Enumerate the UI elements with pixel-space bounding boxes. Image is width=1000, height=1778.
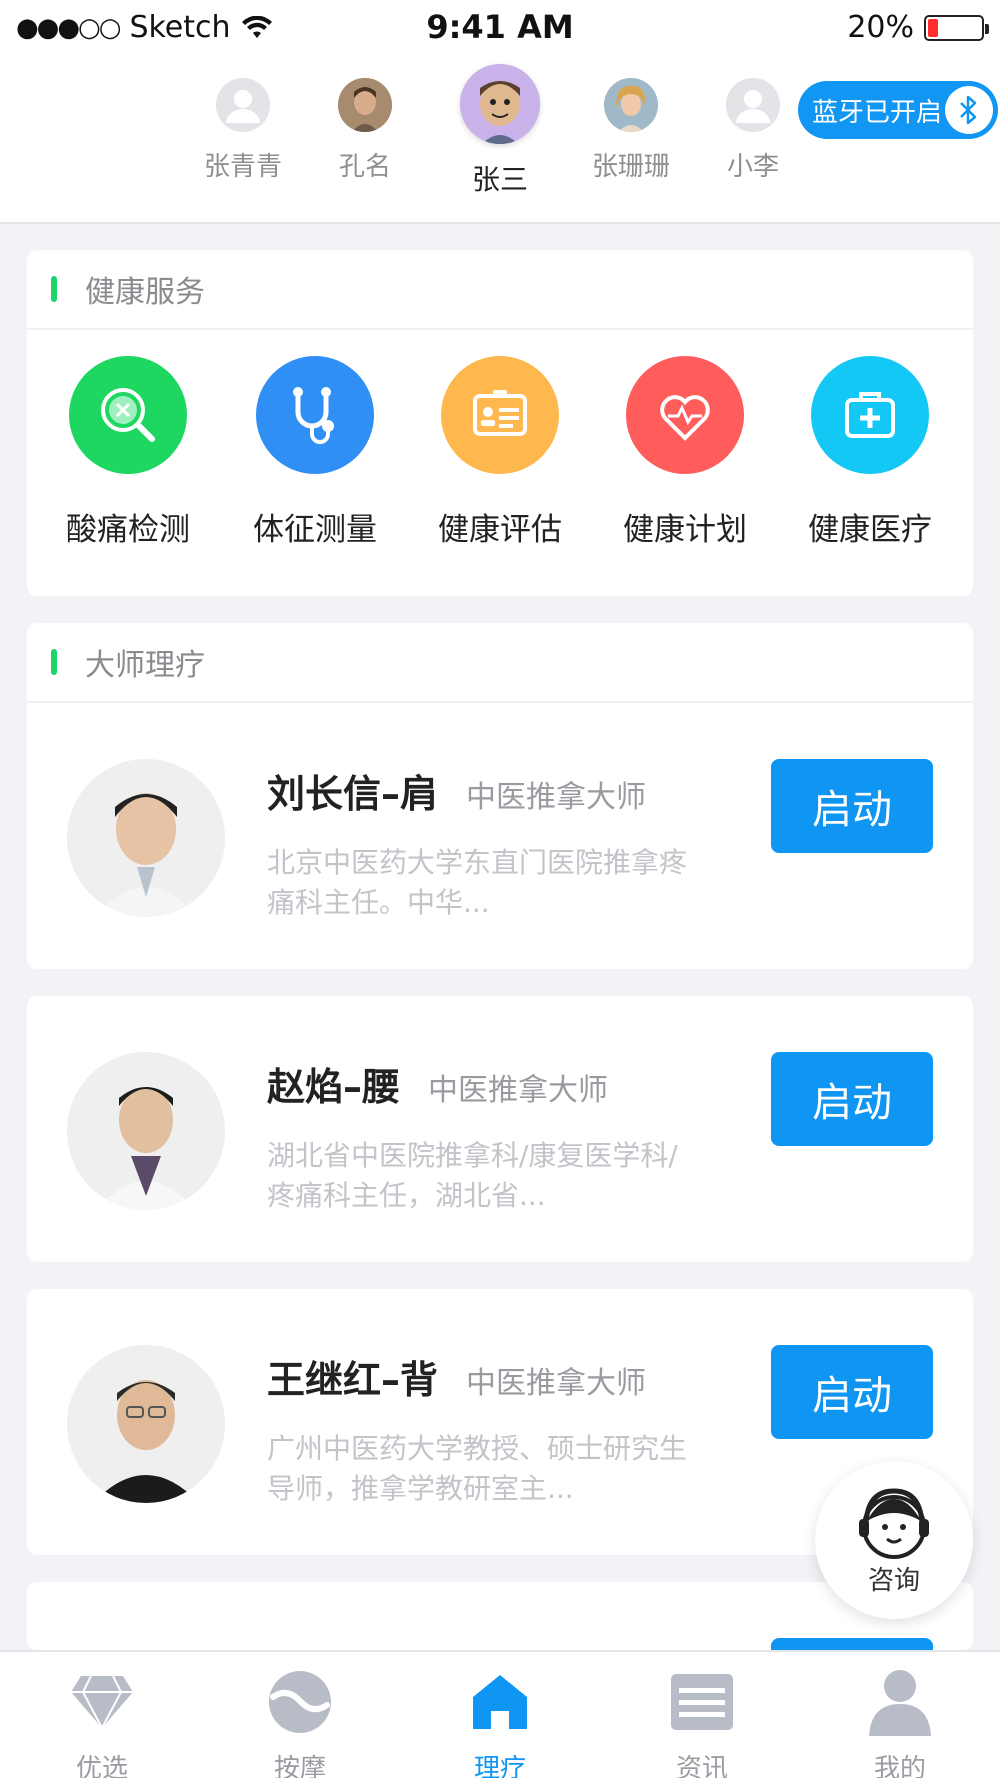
bottom-tab-bar: 优选 按摩 理疗 资讯 我的 <box>0 1650 1000 1778</box>
massage-icon <box>240 1664 360 1740</box>
user-item[interactable]: 张青青 <box>178 78 308 183</box>
doctor-name: 王继红–背 <box>267 1358 439 1402</box>
user-name: 张三 <box>471 163 528 196</box>
customer-service-icon <box>859 1488 929 1559</box>
doctor-title: 中医推拿大师 <box>428 1073 609 1108</box>
doctor-avatar <box>67 759 225 917</box>
user-name: 张青青 <box>203 152 282 182</box>
consult-button[interactable]: 咨询 <box>815 1461 973 1619</box>
tab-label: 理疗 <box>473 1754 526 1778</box>
bluetooth-status-button[interactable]: 蓝牙已开启 <box>798 81 998 139</box>
tab-label: 资讯 <box>675 1754 728 1778</box>
battery-level <box>928 18 938 37</box>
start-button-partial <box>771 1638 933 1650</box>
profile-icon <box>840 1664 960 1740</box>
section-accent-bar <box>51 649 57 675</box>
tab-label: 我的 <box>873 1754 926 1778</box>
service-label: 健康计划 <box>623 512 747 548</box>
stethoscope-icon <box>256 356 374 474</box>
user-item-active[interactable]: 张三 <box>435 64 565 198</box>
doctor-name-row: 王继红–背 中医推拿大师 <box>267 1349 646 1404</box>
user-item[interactable]: 小李 <box>688 78 818 183</box>
doctor-avatar <box>67 1052 225 1210</box>
section-accent-bar <box>51 276 57 302</box>
service-label: 酸痛检测 <box>66 512 190 548</box>
tab-label: 按摩 <box>273 1754 326 1778</box>
service-item[interactable]: 体征测量 <box>230 356 400 549</box>
tab-label: 优选 <box>75 1754 128 1778</box>
service-item[interactable]: 酸痛检测 <box>43 356 213 549</box>
battery-percent: 20% <box>847 10 914 45</box>
consult-label: 咨询 <box>867 1566 920 1596</box>
magnifier-icon <box>69 356 187 474</box>
doctor-description: 湖北省中医院推拿科/康复医学科/疼痛科主任，湖北省... <box>267 1139 678 1212</box>
user-name: 张珊珊 <box>591 152 670 182</box>
news-icon <box>642 1664 762 1740</box>
service-label: 健康医疗 <box>808 512 932 548</box>
tab-youxuan[interactable]: 优选 <box>42 1664 162 1778</box>
id-card-icon <box>441 356 559 474</box>
doctor-card[interactable]: 赵焰–腰 中医推拿大师 湖北省中医院推拿科/康复医学科/疼痛科主任，湖北省... … <box>27 996 973 1262</box>
user-photo-avatar <box>604 78 658 132</box>
doctor-card[interactable]: 刘长信–肩 中医推拿大师 北京中医药大学东直门医院推拿疼痛科主任。中华... 启动 <box>27 703 973 969</box>
tab-liliao[interactable]: 理疗 <box>440 1664 560 1778</box>
service-label: 健康评估 <box>438 512 562 548</box>
health-services-card: 健康服务 酸痛检测 体征测量 健康评估 健康计划 健康医疗 <box>27 250 973 596</box>
doctor-description: 北京中医药大学东直门医院推拿疼痛科主任。中华... <box>267 846 688 919</box>
section-header: 健康服务 <box>27 250 973 330</box>
doctor-name: 刘长信–肩 <box>267 772 439 816</box>
doctor-name-row: 赵焰–腰 中医推拿大师 <box>267 1056 608 1111</box>
user-item[interactable]: 孔名 <box>300 78 430 183</box>
bluetooth-icon <box>945 86 993 134</box>
user-photo-avatar <box>338 78 392 132</box>
medical-kit-icon <box>811 356 929 474</box>
tab-zixun[interactable]: 资讯 <box>642 1664 762 1778</box>
status-bar: ●●●○○ Sketch 9:41 AM 20% <box>0 0 1000 56</box>
tab-wode[interactable]: 我的 <box>840 1664 960 1778</box>
section-header: 大师理疗 <box>27 623 973 703</box>
master-therapy-header: 大师理疗 <box>27 623 973 703</box>
user-item[interactable]: 张珊珊 <box>566 78 696 183</box>
section-title: 健康服务 <box>85 275 205 310</box>
service-item[interactable]: 健康评估 <box>415 356 585 549</box>
doctor-avatar <box>67 1345 225 1503</box>
service-item[interactable]: 健康计划 <box>600 356 770 549</box>
doctor-title: 中医推拿大师 <box>466 780 647 815</box>
battery-info: 20% <box>847 10 989 45</box>
default-avatar-icon <box>726 78 780 132</box>
battery-icon <box>924 14 989 41</box>
start-button[interactable]: 启动 <box>771 1345 933 1439</box>
diamond-icon <box>42 1664 162 1740</box>
default-avatar-icon <box>216 78 270 132</box>
doctor-name-row: 刘长信–肩 中医推拿大师 <box>267 763 646 818</box>
service-label: 体征测量 <box>253 512 377 548</box>
doctor-title: 中医推拿大师 <box>466 1366 647 1401</box>
service-item[interactable]: 健康医疗 <box>785 356 955 549</box>
home-icon <box>440 1664 560 1740</box>
user-name: 小李 <box>726 152 779 182</box>
bluetooth-label: 蓝牙已开启 <box>812 97 943 128</box>
heart-pulse-icon <box>626 356 744 474</box>
user-switcher: 张青青 孔名 张三 张珊珊 小李 蓝牙已开启 <box>0 56 1000 224</box>
start-button[interactable]: 启动 <box>771 759 933 853</box>
doctor-description: 广州中医药大学教授、硕士研究生导师，推拿学教研室主... <box>267 1432 688 1505</box>
start-button[interactable]: 启动 <box>771 1052 933 1146</box>
doctor-name: 赵焰–腰 <box>267 1065 401 1109</box>
section-title: 大师理疗 <box>85 648 205 683</box>
user-name: 孔名 <box>338 152 391 182</box>
cartoon-avatar-icon <box>460 64 540 144</box>
tab-anmo[interactable]: 按摩 <box>240 1664 360 1778</box>
